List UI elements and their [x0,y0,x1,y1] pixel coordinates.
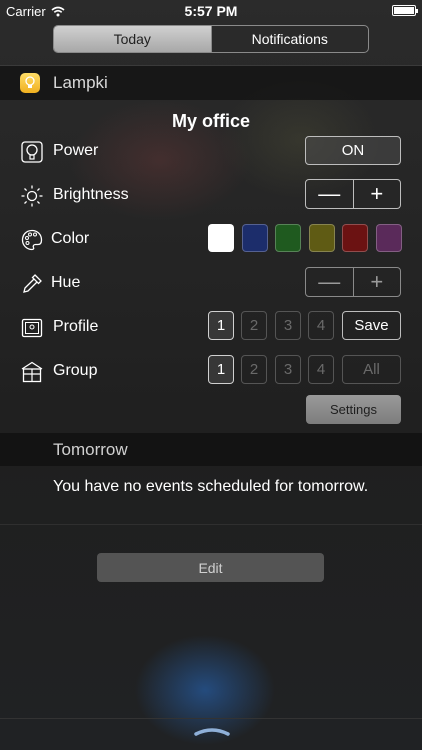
profile-2-button[interactable]: 2 [241,311,267,340]
all-groups-button[interactable]: All [342,355,401,384]
palette-icon [21,229,43,251]
profile-4-button[interactable]: 4 [308,311,334,340]
hue-stepper[interactable]: — + [305,267,401,297]
view-segmented-control[interactable]: Today Notifications [53,25,369,53]
hue-increase-button[interactable]: + [352,268,401,296]
divider [0,524,422,525]
group-2-button[interactable]: 2 [241,355,267,384]
color-label: Color [51,230,90,247]
color-swatch[interactable] [275,224,301,252]
tab-notifications[interactable]: Notifications [210,26,369,52]
color-swatch[interactable] [242,224,268,252]
profile-3-button[interactable]: 3 [275,311,301,340]
no-events-message: You have no events scheduled for tomorro… [53,478,369,495]
house-icon [21,361,43,383]
color-swatch[interactable] [342,224,368,252]
group-label: Group [53,362,98,379]
widget-header: Lampki [0,66,422,100]
status-bar: Carrier 5:57 PM [0,0,422,22]
device-name: My office [171,111,250,131]
divider [0,718,422,719]
eyedropper-icon [23,274,42,293]
group-4-button[interactable]: 4 [308,355,334,384]
color-swatch[interactable] [309,224,335,252]
color-swatch[interactable] [208,224,234,252]
power-icon [21,141,43,163]
tomorrow-title: Tomorrow [53,440,128,459]
profile-label: Profile [53,318,99,335]
chevron-up-icon[interactable] [194,726,230,736]
hue-label: Hue [51,274,81,291]
brightness-stepper[interactable]: — + [305,179,401,209]
profile-1-button[interactable]: 1 [208,311,234,340]
group-1-button[interactable]: 1 [208,355,234,384]
battery-icon [392,5,418,16]
power-toggle-button[interactable]: ON [305,136,401,165]
tab-today[interactable]: Today [54,26,211,52]
profile-icon [21,318,43,338]
sun-icon [21,185,43,207]
hue-decrease-button[interactable]: — [306,268,353,296]
settings-button[interactable]: Settings [306,395,401,424]
save-profile-button[interactable]: Save [342,311,401,340]
group-3-button[interactable]: 3 [275,355,301,384]
status-time: 5:57 PM [184,3,238,19]
widget-app-name: Lampki [53,73,108,92]
brightness-increase-button[interactable]: + [352,180,401,208]
power-label: Power [53,142,99,159]
color-swatch[interactable] [376,224,402,252]
bulb-icon [20,73,40,93]
tomorrow-header: Tomorrow [0,433,422,466]
brightness-decrease-button[interactable]: — [306,180,353,208]
edit-button[interactable]: Edit [97,553,324,582]
brightness-label: Brightness [53,186,129,203]
